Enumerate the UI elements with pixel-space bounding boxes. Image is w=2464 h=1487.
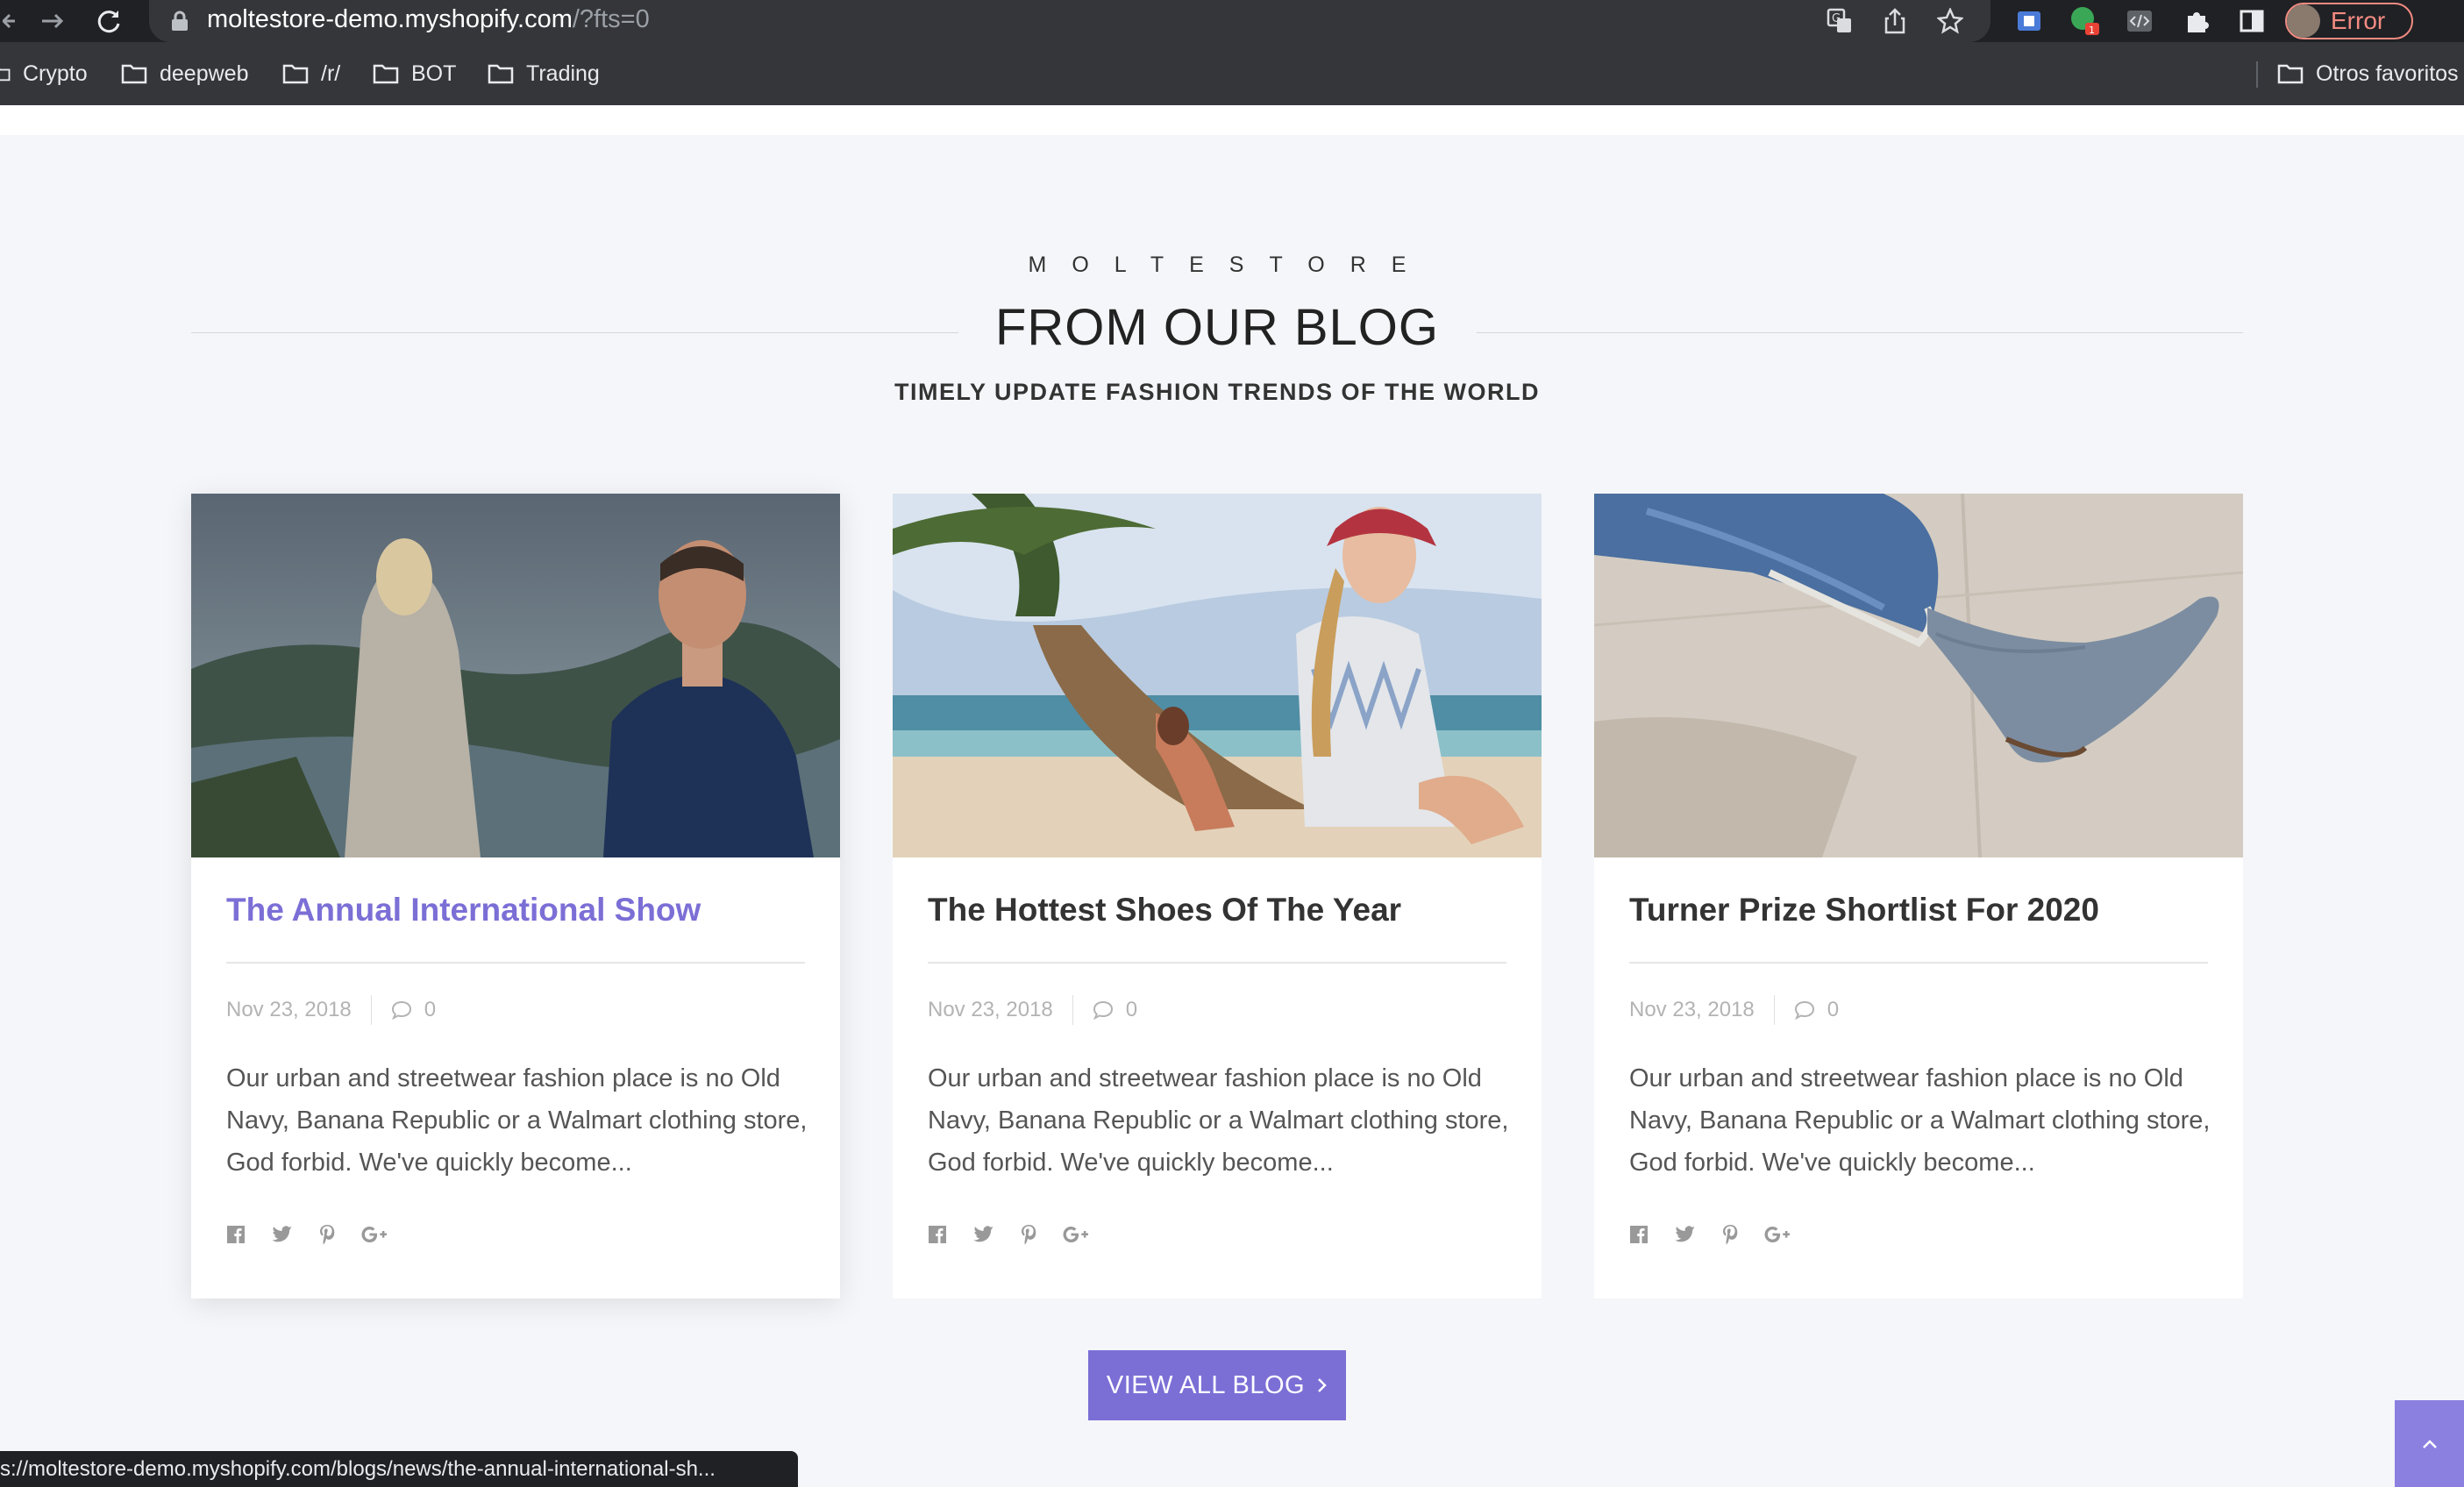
profile-label: Error	[2331, 7, 2386, 34]
reload-icon[interactable]	[89, 0, 128, 42]
post-excerpt: Our urban and streetwear fashion place i…	[1629, 1064, 2211, 1177]
post-title[interactable]: Turner Prize Shortlist For 2020	[1629, 892, 2099, 928]
post-date: Nov 23, 2018	[1629, 998, 1755, 1021]
bookmark-deepweb[interactable]: deepweb	[121, 42, 248, 105]
folder-icon	[282, 64, 309, 84]
translate-icon[interactable]: G	[1824, 5, 1855, 37]
chevron-up-icon	[2422, 1439, 2437, 1448]
profile-button[interactable]: Error	[2285, 3, 2413, 39]
lock-icon	[170, 11, 189, 32]
bookmarks-separator	[2256, 61, 2258, 88]
comment-count[interactable]: 0	[1126, 998, 1137, 1022]
bookmark-trading[interactable]: Trading	[488, 42, 600, 105]
code-extension-icon[interactable]	[2124, 5, 2155, 37]
folder-icon	[121, 64, 147, 84]
facebook-icon[interactable]	[928, 1225, 947, 1244]
title-divider	[226, 962, 805, 964]
blog-card[interactable]: Turner Prize Shortlist For 2020 Nov 23, …	[1594, 494, 2243, 1298]
post-meta: Nov 23, 2018 0	[1629, 995, 1839, 1025]
post-image[interactable]	[191, 494, 840, 857]
post-title[interactable]: The Annual International Show	[226, 892, 701, 928]
google-plus-icon[interactable]	[1764, 1225, 1791, 1244]
post-image[interactable]	[893, 494, 1542, 857]
header-strip	[0, 105, 2464, 135]
view-all-blog-button[interactable]: VIEW ALL BLOG	[1088, 1350, 1346, 1420]
comment-icon	[1794, 1000, 1814, 1020]
back-icon[interactable]	[0, 0, 18, 42]
bookmark-bot[interactable]: BOT	[373, 42, 456, 105]
browser-toolbar: moltestore-demo.myshopify.com/?fts=0 G 1…	[0, 0, 2464, 42]
chevron-right-icon	[1317, 1371, 1328, 1399]
comment-icon	[1093, 1000, 1113, 1020]
bookmarks-bar: Crypto deepweb /r/ BOT Trading Otros fav…	[0, 42, 2464, 105]
post-date: Nov 23, 2018	[226, 998, 352, 1021]
folder-icon	[0, 68, 11, 82]
bookmark-label: Crypto	[23, 60, 88, 86]
post-meta: Nov 23, 2018 0	[928, 995, 1137, 1025]
meta-separator	[1773, 995, 1775, 1025]
comment-icon	[391, 1000, 411, 1020]
comment-count[interactable]: 0	[1827, 998, 1839, 1022]
folder-icon	[2277, 64, 2304, 84]
comment-count[interactable]: 0	[424, 998, 436, 1022]
forward-icon[interactable]	[35, 0, 70, 42]
url-text: moltestore-demo.myshopify.com/?fts=0	[207, 0, 650, 42]
bookmark-label: deepweb	[160, 60, 249, 86]
share-links	[226, 1221, 414, 1248]
bookmark-other-favorites[interactable]: Otros favoritos	[2277, 42, 2459, 105]
share-icon[interactable]	[1879, 5, 1911, 37]
bookmark-crypto[interactable]: Crypto	[0, 42, 88, 105]
twitter-icon[interactable]	[1675, 1226, 1696, 1243]
post-excerpt: Our urban and streetwear fashion place i…	[928, 1064, 1509, 1177]
section-subtitle: TIMELY UPDATE FASHION TRENDS OF THE WORL…	[894, 379, 1541, 405]
title-divider	[928, 962, 1506, 964]
bookmark-label: /r/	[321, 60, 341, 86]
google-plus-icon[interactable]	[361, 1225, 388, 1244]
section-title-wrap: FROM OUR BLOG	[191, 298, 2243, 368]
facebook-icon[interactable]	[226, 1225, 246, 1244]
post-title[interactable]: The Hottest Shoes Of The Year	[928, 892, 1401, 928]
url-host: moltestore-demo.myshopify.com	[207, 5, 573, 33]
bookmark-r[interactable]: /r/	[282, 42, 340, 105]
bookmark-label: Trading	[526, 60, 600, 86]
folder-icon	[488, 64, 514, 84]
share-links	[928, 1221, 1115, 1248]
puzzle-icon[interactable]	[2182, 5, 2213, 37]
star-icon[interactable]	[1934, 5, 1966, 37]
post-excerpt: Our urban and streetwear fashion place i…	[226, 1064, 808, 1177]
folder-icon	[373, 64, 399, 84]
side-panel-icon[interactable]	[2236, 5, 2268, 37]
google-plus-icon[interactable]	[1063, 1225, 1089, 1244]
bookmark-label: Otros favoritos	[2316, 60, 2459, 86]
bookmark-label: BOT	[411, 60, 457, 86]
view-all-label: VIEW ALL BLOG	[1106, 1370, 1306, 1399]
address-bar[interactable]: moltestore-demo.myshopify.com/?fts=0 G	[149, 0, 1990, 42]
post-image[interactable]	[1594, 494, 2243, 857]
section-title: FROM OUR BLOG	[994, 299, 1440, 356]
pinterest-icon[interactable]	[1722, 1224, 1738, 1245]
pinterest-icon[interactable]	[1021, 1224, 1036, 1245]
blog-card[interactable]: The Annual International Show Nov 23, 20…	[191, 494, 840, 1298]
blog-card[interactable]: The Hottest Shoes Of The Year Nov 23, 20…	[893, 494, 1542, 1298]
twitter-icon[interactable]	[973, 1226, 994, 1243]
link-status-bar: s://moltestore-demo.myshopify.com/blogs/…	[0, 1451, 798, 1487]
pinterest-icon[interactable]	[319, 1224, 335, 1245]
back-to-top-button[interactable]	[2395, 1400, 2464, 1487]
twitter-icon[interactable]	[272, 1226, 293, 1243]
url-path: /?fts=0	[572, 5, 650, 33]
post-meta: Nov 23, 2018 0	[226, 995, 436, 1025]
meta-separator	[370, 995, 372, 1025]
post-date: Nov 23, 2018	[928, 998, 1053, 1021]
title-divider	[1629, 962, 2208, 964]
facebook-icon[interactable]	[1629, 1225, 1649, 1244]
avatar	[2287, 4, 2320, 38]
extension-icon-blue[interactable]	[2013, 5, 2045, 37]
extension-badge: 1	[2089, 25, 2095, 36]
section-eyebrow: MOLTESTORE	[1028, 253, 1432, 277]
share-links	[1629, 1221, 1817, 1248]
meta-separator	[1072, 995, 1073, 1025]
extension-icon-green[interactable]: 1	[2069, 5, 2101, 37]
